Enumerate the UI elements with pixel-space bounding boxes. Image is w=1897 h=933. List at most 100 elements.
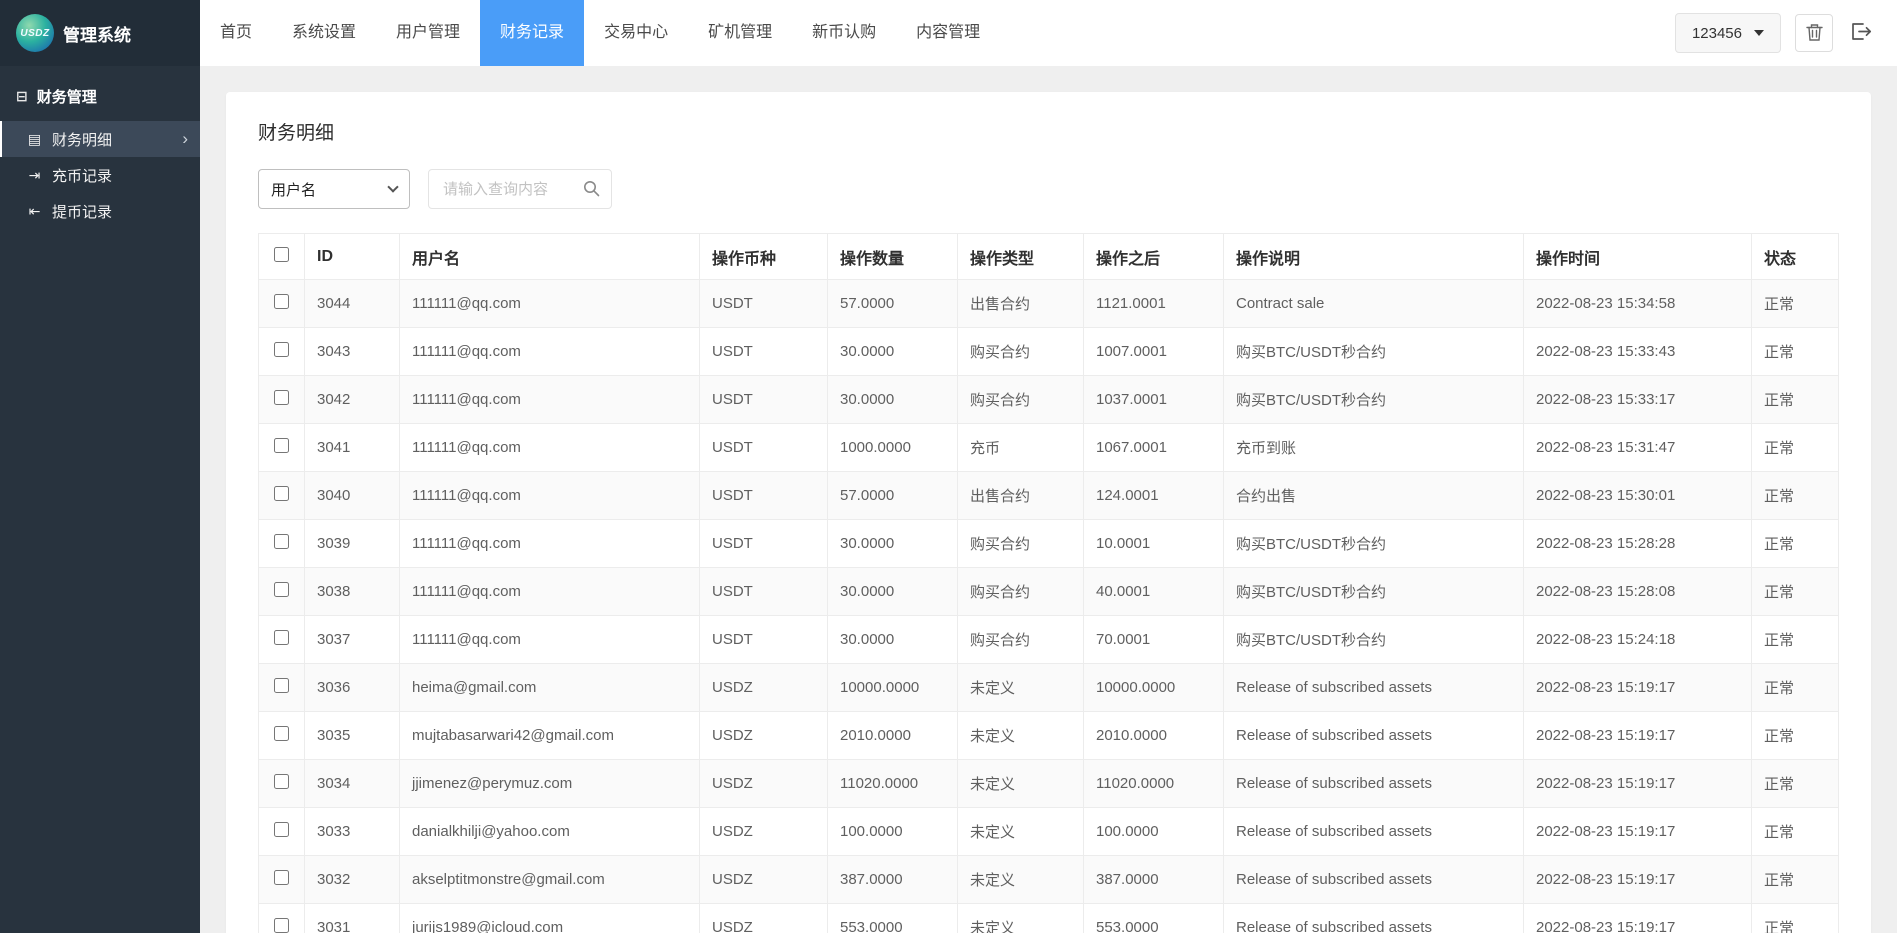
table-cell: USDZ bbox=[700, 808, 828, 856]
sidebar-item-finance-detail[interactable]: ▤财务明细› bbox=[0, 121, 200, 157]
table-cell: 3033 bbox=[305, 808, 400, 856]
table-cell: 2022-08-23 15:19:17 bbox=[1524, 664, 1752, 712]
content-card: 财务明细 用户名 bbox=[226, 92, 1871, 933]
nav-tab-trade-center[interactable]: 交易中心 bbox=[584, 0, 688, 66]
filter-select[interactable]: 用户名 bbox=[258, 169, 410, 209]
row-checkbox[interactable] bbox=[274, 390, 289, 405]
table-cell: USDT bbox=[700, 328, 828, 376]
table-row: 3033danialkhilji@yahoo.comUSDZ100.0000未定… bbox=[259, 808, 1839, 856]
nav-tab-home[interactable]: 首页 bbox=[200, 0, 272, 66]
table-cell: USDT bbox=[700, 472, 828, 520]
user-dropdown[interactable]: 123456 bbox=[1675, 13, 1781, 53]
trash-button[interactable] bbox=[1795, 14, 1833, 52]
table-cell: 正常 bbox=[1752, 280, 1839, 328]
table-cell: USDT bbox=[700, 376, 828, 424]
checkbox-cell bbox=[259, 328, 305, 376]
checkbox-cell bbox=[259, 424, 305, 472]
row-checkbox[interactable] bbox=[274, 342, 289, 357]
logout-button[interactable] bbox=[1847, 14, 1875, 52]
table-cell: 购买BTC/USDT秒合约 bbox=[1224, 328, 1524, 376]
table-cell: USDT bbox=[700, 520, 828, 568]
nav-tab-content-management[interactable]: 内容管理 bbox=[896, 0, 1000, 66]
table-cell: 购买合约 bbox=[958, 328, 1084, 376]
column-header: 操作数量 bbox=[828, 234, 958, 280]
checkbox-header-cell bbox=[259, 234, 305, 280]
table-cell: 387.0000 bbox=[1084, 856, 1224, 904]
select-all-checkbox[interactable] bbox=[274, 247, 289, 262]
table-cell: 正常 bbox=[1752, 808, 1839, 856]
table-cell: 3035 bbox=[305, 712, 400, 760]
table-row: 3044111111@qq.comUSDT57.0000出售合约1121.000… bbox=[259, 280, 1839, 328]
nav-tab-miner-management[interactable]: 矿机管理 bbox=[688, 0, 792, 66]
table-cell: 正常 bbox=[1752, 904, 1839, 933]
table-cell: 11020.0000 bbox=[828, 760, 958, 808]
table-row: 3031jurijs1989@icloud.comUSDZ553.0000未定义… bbox=[259, 904, 1839, 933]
table-cell: 充币 bbox=[958, 424, 1084, 472]
table-cell: 2022-08-23 15:30:01 bbox=[1524, 472, 1752, 520]
search-box bbox=[428, 169, 612, 209]
row-checkbox[interactable] bbox=[274, 822, 289, 837]
logo-text: USDZ bbox=[20, 28, 49, 39]
table-cell: 购买BTC/USDT秒合约 bbox=[1224, 520, 1524, 568]
row-checkbox[interactable] bbox=[274, 870, 289, 885]
table-cell: 387.0000 bbox=[828, 856, 958, 904]
sidebar-section-finance[interactable]: ⊟ 财务管理 bbox=[0, 66, 200, 121]
table-cell: 111111@qq.com bbox=[400, 280, 700, 328]
nav-tab-finance-records[interactable]: 财务记录 bbox=[480, 0, 584, 66]
table-cell: 未定义 bbox=[958, 712, 1084, 760]
table-cell: 未定义 bbox=[958, 904, 1084, 933]
checkbox-cell bbox=[259, 664, 305, 712]
sidebar-section-label: 财务管理 bbox=[37, 86, 97, 107]
row-checkbox[interactable] bbox=[274, 534, 289, 549]
table-cell: 正常 bbox=[1752, 376, 1839, 424]
table-cell: 正常 bbox=[1752, 856, 1839, 904]
page-layout: ⊟ 财务管理 ▤财务明细›⇥充币记录⇤提币记录 财务明细 用户名 bbox=[0, 66, 1897, 933]
table-cell: Release of subscribed assets bbox=[1224, 904, 1524, 933]
checkbox-cell bbox=[259, 376, 305, 424]
row-checkbox[interactable] bbox=[274, 774, 289, 789]
nav-tab-new-coin-subscription[interactable]: 新币认购 bbox=[792, 0, 896, 66]
table-cell: 购买合约 bbox=[958, 520, 1084, 568]
row-checkbox[interactable] bbox=[274, 678, 289, 693]
row-checkbox[interactable] bbox=[274, 582, 289, 597]
row-checkbox[interactable] bbox=[274, 486, 289, 501]
table-row: 3040111111@qq.comUSDT57.0000出售合约124.0001… bbox=[259, 472, 1839, 520]
row-checkbox[interactable] bbox=[274, 726, 289, 741]
row-checkbox[interactable] bbox=[274, 918, 289, 933]
nav-tab-system-settings[interactable]: 系统设置 bbox=[272, 0, 376, 66]
table-cell: 111111@qq.com bbox=[400, 376, 700, 424]
checkbox-cell bbox=[259, 760, 305, 808]
checkbox-cell bbox=[259, 616, 305, 664]
table-cell: 553.0000 bbox=[1084, 904, 1224, 933]
table-cell: heima@gmail.com bbox=[400, 664, 700, 712]
table-cell: 11020.0000 bbox=[1084, 760, 1224, 808]
table-cell: 购买BTC/USDT秒合约 bbox=[1224, 376, 1524, 424]
checkbox-cell bbox=[259, 520, 305, 568]
sidebar-item-label: 提币记录 bbox=[52, 201, 112, 222]
row-checkbox[interactable] bbox=[274, 630, 289, 645]
table-cell: 3044 bbox=[305, 280, 400, 328]
sidebar-item-deposit-records[interactable]: ⇥充币记录 bbox=[0, 157, 200, 193]
table-cell: 购买BTC/USDT秒合约 bbox=[1224, 568, 1524, 616]
table-cell: 111111@qq.com bbox=[400, 520, 700, 568]
table-cell: 3036 bbox=[305, 664, 400, 712]
table-cell: akselptitmonstre@gmail.com bbox=[400, 856, 700, 904]
table-cell: USDZ bbox=[700, 664, 828, 712]
table-cell: 1067.0001 bbox=[1084, 424, 1224, 472]
table-cell: 1000.0000 bbox=[828, 424, 958, 472]
table-cell: USDT bbox=[700, 568, 828, 616]
row-checkbox[interactable] bbox=[274, 294, 289, 309]
table-cell: 充币到账 bbox=[1224, 424, 1524, 472]
nav-tab-user-management[interactable]: 用户管理 bbox=[376, 0, 480, 66]
table-cell: 30.0000 bbox=[828, 376, 958, 424]
table-cell: mujtabasarwari42@gmail.com bbox=[400, 712, 700, 760]
table-cell: 出售合约 bbox=[958, 280, 1084, 328]
table-cell: Release of subscribed assets bbox=[1224, 760, 1524, 808]
sidebar-item-withdraw-records[interactable]: ⇤提币记录 bbox=[0, 193, 200, 229]
row-checkbox[interactable] bbox=[274, 438, 289, 453]
table-cell: 未定义 bbox=[958, 856, 1084, 904]
table-cell: 3037 bbox=[305, 616, 400, 664]
table-cell: USDT bbox=[700, 280, 828, 328]
table-cell: Contract sale bbox=[1224, 280, 1524, 328]
table-row: 3035mujtabasarwari42@gmail.comUSDZ2010.0… bbox=[259, 712, 1839, 760]
